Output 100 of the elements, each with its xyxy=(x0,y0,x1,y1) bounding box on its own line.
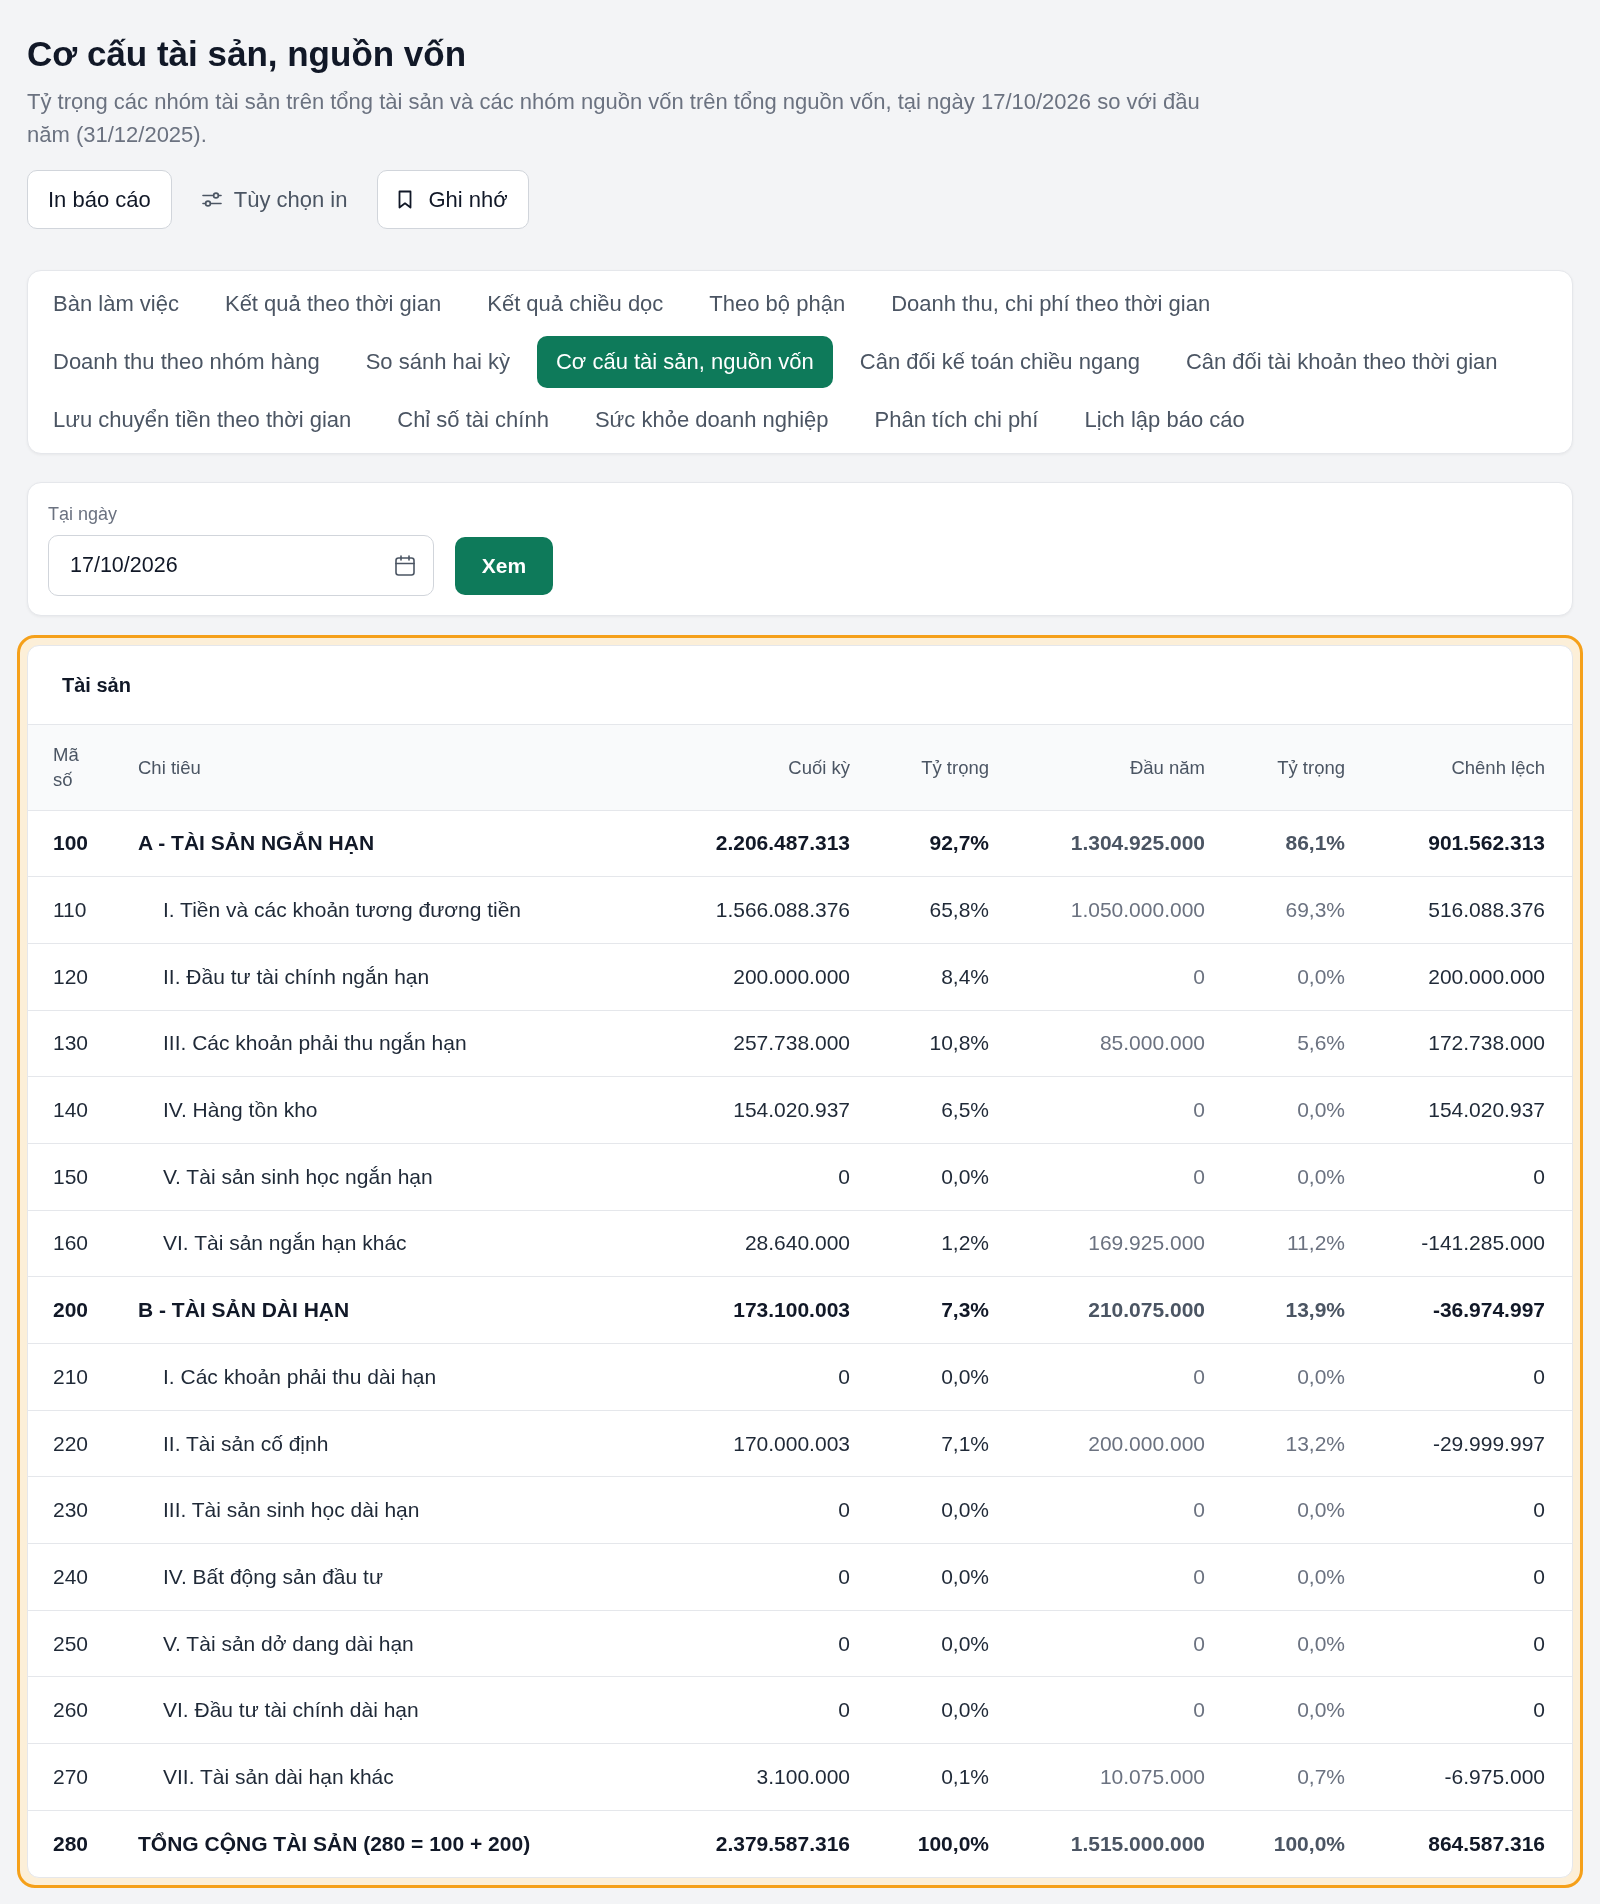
report-tab[interactable]: So sánh hai kỳ xyxy=(346,336,529,388)
sliders-icon xyxy=(201,192,222,207)
table-cell: 0 xyxy=(661,1543,877,1611)
table-cell: 0,0% xyxy=(877,1543,1016,1611)
table-cell: 0 xyxy=(1016,1476,1232,1544)
view-button[interactable]: Xem xyxy=(455,536,553,595)
column-header: Đầu năm xyxy=(1016,725,1232,810)
table-cell: 0 xyxy=(1016,1610,1232,1677)
table-cell: 200 xyxy=(28,1276,113,1344)
report-tab[interactable]: Theo bộ phận xyxy=(690,278,865,330)
table-cell: 0,0% xyxy=(877,1676,1016,1744)
table-cell: 0 xyxy=(1016,1143,1232,1211)
report-tab[interactable]: Cơ cấu tài sản, nguồn vốn xyxy=(536,336,833,388)
table-cell: III. Tài sản sinh học dài hạn xyxy=(113,1476,661,1544)
table-cell: 110 xyxy=(28,876,113,944)
table-cell: 13,2% xyxy=(1232,1410,1372,1477)
table-cell: 516.088.376 xyxy=(1372,876,1572,944)
table-cell: 1.566.088.376 xyxy=(661,876,877,944)
bookmark-icon xyxy=(398,190,413,209)
table-cell: 0 xyxy=(661,1476,877,1544)
table-cell: 1.304.925.000 xyxy=(1016,810,1232,877)
table-cell: 0 xyxy=(1372,1543,1572,1611)
table-cell: 173.100.003 xyxy=(661,1276,877,1344)
table-cell: 260 xyxy=(28,1676,113,1744)
table-cell: 0,0% xyxy=(877,1143,1016,1211)
report-tab[interactable]: Lịch lập báo cáo xyxy=(1065,394,1264,446)
table-cell: 0 xyxy=(1372,1476,1572,1544)
table-cell: 172.738.000 xyxy=(1372,1010,1572,1077)
table-cell: 11,2% xyxy=(1232,1210,1372,1277)
report-tab[interactable]: Doanh thu theo nhóm hàng xyxy=(34,336,339,388)
table-cell: IV. Hàng tồn kho xyxy=(113,1076,661,1144)
report-tab[interactable]: Lưu chuyển tiền theo thời gian xyxy=(34,394,371,446)
table-cell: 140 xyxy=(28,1076,113,1144)
report-tab[interactable]: Bàn làm việc xyxy=(34,278,198,330)
table-cell: 0 xyxy=(1016,1543,1232,1611)
table-cell: 0 xyxy=(1372,1676,1572,1744)
bookmark-button[interactable]: Ghi nhớ xyxy=(377,170,529,229)
table-cell: 85.000.000 xyxy=(1016,1010,1232,1077)
table-cell: 3.100.000 xyxy=(661,1743,877,1811)
table-cell: 0 xyxy=(1016,943,1232,1011)
table-cell: 1.515.000.000 xyxy=(1016,1810,1232,1877)
date-label: Tại ngày xyxy=(48,503,118,525)
table-cell: 10,8% xyxy=(877,1010,1016,1077)
table-cell: 200.000.000 xyxy=(1372,943,1572,1011)
table-cell: I. Tiền và các khoản tương đương tiền xyxy=(113,876,661,944)
table-cell: 0,1% xyxy=(877,1743,1016,1811)
table-cell: 1,2% xyxy=(877,1210,1016,1277)
report-tab[interactable]: Phân tích chi phí xyxy=(855,394,1058,446)
table-cell: 28.640.000 xyxy=(661,1210,877,1277)
calendar-icon xyxy=(395,555,415,576)
date-field[interactable]: 17/10/2026 xyxy=(48,535,434,596)
table-cell: V. Tài sản sinh học ngắn hạn xyxy=(113,1143,661,1211)
column-header: Mã số xyxy=(28,725,113,810)
print-options-button[interactable]: Tùy chọn in xyxy=(187,170,362,229)
table-cell: 0,0% xyxy=(1232,1076,1372,1144)
table-cell: 0 xyxy=(1016,1676,1232,1744)
table-cell: 100,0% xyxy=(1232,1810,1372,1877)
table-cell: 10.075.000 xyxy=(1016,1743,1232,1811)
table-cell: 864.587.316 xyxy=(1372,1810,1572,1877)
table-cell: 0,0% xyxy=(1232,943,1372,1011)
table-cell: B - TÀI SẢN DÀI HẠN xyxy=(113,1276,661,1344)
table-cell: 0 xyxy=(1016,1076,1232,1144)
table-cell: 0,0% xyxy=(1232,1543,1372,1611)
table-cell: 210.075.000 xyxy=(1016,1276,1232,1344)
table-cell: 100,0% xyxy=(877,1810,1016,1877)
page-subtitle: Tỷ trọng các nhóm tài sản trên tổng tài sản và các nhóm nguồn vốn trên tổng nguồn vốn, tại ngày 17/10/2026 so với đầu năm (31/12/2025). xyxy=(27,88,1201,149)
table-cell: TỔNG CỘNG TÀI SẢN (280 = 100 + 200) xyxy=(113,1810,661,1877)
table-cell: 210 xyxy=(28,1343,113,1411)
table-cell: V. Tài sản dở dang dài hạn xyxy=(113,1610,661,1677)
table-cell: III. Các khoản phải thu ngắn hạn xyxy=(113,1010,661,1077)
table-cell: 0,0% xyxy=(1232,1476,1372,1544)
table-cell: 0 xyxy=(661,1143,877,1211)
report-tab[interactable]: Cân đối tài khoản theo thời gian xyxy=(1166,336,1517,388)
table-cell: 0,0% xyxy=(877,1343,1016,1411)
table-cell: 0,0% xyxy=(1232,1143,1372,1211)
table-cell: 154.020.937 xyxy=(661,1076,877,1144)
table-cell: 160 xyxy=(28,1210,113,1277)
table-cell: 150 xyxy=(28,1143,113,1211)
report-tab[interactable]: Cân đối kế toán chiều ngang xyxy=(840,336,1159,388)
page-title: Cơ cấu tài sản, nguồn vốn xyxy=(27,33,467,75)
table-cell: 86,1% xyxy=(1232,810,1372,877)
table-cell: 120 xyxy=(28,943,113,1011)
report-tab[interactable]: Doanh thu, chi phí theo thời gian xyxy=(872,278,1230,330)
report-tab[interactable]: Sức khỏe doanh nghiệp xyxy=(575,394,848,446)
column-header: Chênh lệch xyxy=(1372,725,1572,810)
report-tab[interactable]: Chỉ số tài chính xyxy=(378,394,568,446)
report-tab[interactable]: Kết quả chiều dọc xyxy=(468,278,683,330)
table-cell: 65,8% xyxy=(877,876,1016,944)
table-cell: 200.000.000 xyxy=(1016,1410,1232,1477)
table-cell: 13,9% xyxy=(1232,1276,1372,1344)
report-tab[interactable]: Kết quả theo thời gian xyxy=(205,278,461,330)
table-cell: 0 xyxy=(1372,1343,1572,1411)
table-cell: 7,1% xyxy=(877,1410,1016,1477)
table-cell: 270 xyxy=(28,1743,113,1811)
print-button[interactable]: In báo cáo xyxy=(27,170,172,229)
table-cell: 0 xyxy=(661,1610,877,1677)
table-cell: 169.925.000 xyxy=(1016,1210,1232,1277)
table-cell: 170.000.003 xyxy=(661,1410,877,1477)
table-cell: IV. Bất động sản đầu tư xyxy=(113,1543,661,1611)
table-cell: -29.999.997 xyxy=(1372,1410,1572,1477)
